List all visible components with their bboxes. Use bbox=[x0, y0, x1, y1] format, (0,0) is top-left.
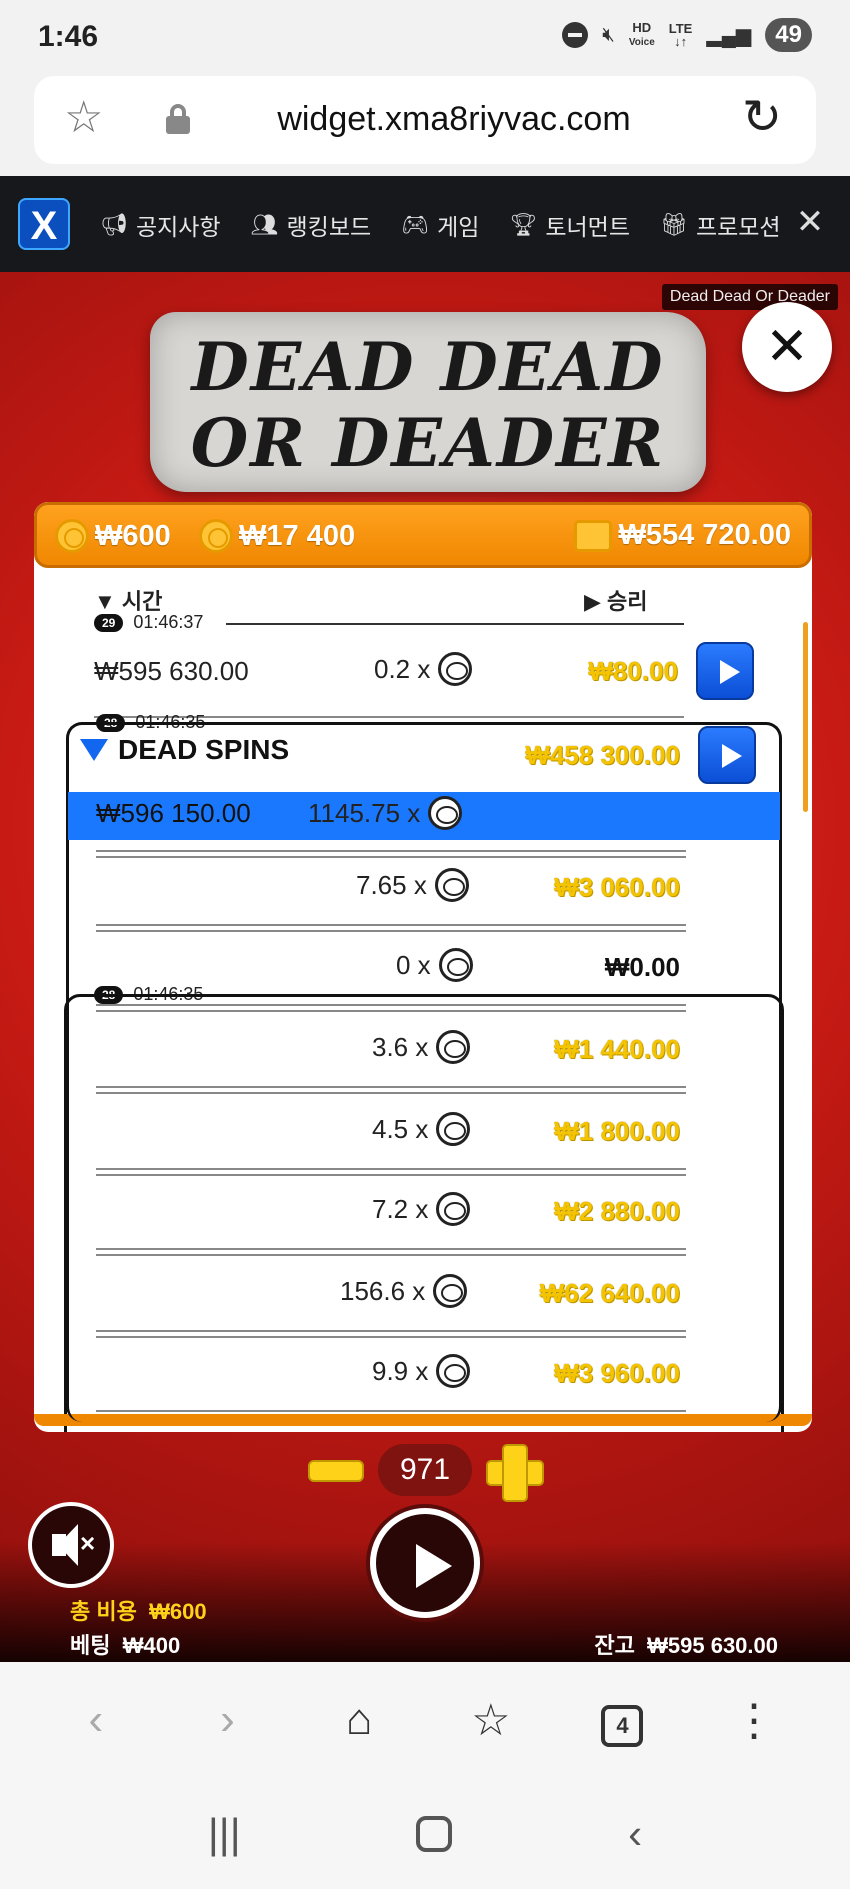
status-time: 1:46 bbox=[38, 20, 99, 53]
spin-win: ₩62 640.00 bbox=[539, 1278, 680, 1308]
spin-multiplier: 7.65 x bbox=[356, 868, 469, 902]
system-back-icon[interactable]: ‹ bbox=[628, 1810, 642, 1858]
signal-icon: ▂▄▆ bbox=[706, 24, 752, 47]
nav-item-notice[interactable]: 📢︎ 공지사항 bbox=[100, 208, 221, 242]
game-logo-line1: DEAD DEAD bbox=[191, 328, 665, 406]
replay-button[interactable] bbox=[698, 726, 756, 784]
nav-item-promotion[interactable]: 🎁︎ 프로모션 bbox=[660, 208, 781, 242]
cost1: ₩600 bbox=[55, 519, 171, 553]
hd-voice-icon: HD Voice bbox=[628, 20, 655, 48]
spin-win: ₩2 880.00 bbox=[554, 1196, 680, 1226]
mute-status-icon: 🔇︎ bbox=[602, 23, 615, 46]
more-menu-icon[interactable]: ⋮ bbox=[714, 1695, 794, 1746]
nav-item-tournament[interactable]: 🏆︎ 토너먼트 bbox=[509, 208, 630, 242]
chip-icon bbox=[438, 948, 473, 982]
bet-amount: 베팅 ₩400 bbox=[70, 1633, 181, 1658]
game-close-button[interactable]: ✕ bbox=[742, 302, 832, 392]
round-meta: 29 01:46:37 bbox=[94, 612, 203, 633]
replay-button[interactable] bbox=[696, 642, 754, 700]
users-icon: 👥︎ bbox=[250, 212, 279, 237]
spin-balance: ₩596 150.00 bbox=[96, 798, 251, 828]
round-win: ₩80.00 bbox=[588, 656, 678, 686]
spin-win: ₩1 440.00 bbox=[554, 1034, 680, 1064]
chip-icon bbox=[436, 1192, 471, 1226]
dead-spins-title[interactable]: DEAD SPINS bbox=[80, 734, 289, 766]
spin-win: ₩1 800.00 bbox=[554, 1116, 680, 1146]
header-balance: ₩554 720.00 bbox=[574, 519, 791, 552]
spin-multiplier: 1145.75 x bbox=[308, 796, 463, 830]
nav-items: 📢︎ 공지사항 👥︎ 랭킹보드 🎮︎ 게임 🏆︎ 토너먼트 🎁︎ 프로모션 bbox=[100, 208, 781, 242]
lte-icon: LTE ↓↑ bbox=[668, 21, 693, 49]
bet-plus-button[interactable] bbox=[486, 1444, 544, 1502]
spin-multiplier: 0 x bbox=[396, 948, 473, 982]
home-icon[interactable]: ⌂ bbox=[319, 1695, 399, 1745]
dead-spins-win: ₩458 300.00 bbox=[525, 740, 680, 770]
dnd-icon bbox=[562, 22, 589, 48]
site-nav: X 📢︎ 공지사항 👥︎ 랭킹보드 🎮︎ 게임 🏆︎ 토너먼트 🎁︎ 프로모션 ✕ bbox=[0, 176, 850, 272]
spin-multiplier: 156.6 x bbox=[340, 1274, 468, 1308]
trophy-icon: 🏆︎ bbox=[509, 212, 538, 237]
coin-icon bbox=[199, 519, 233, 553]
chip-icon bbox=[436, 1030, 471, 1064]
site-logo[interactable]: X bbox=[18, 198, 70, 250]
bookmarks-star-icon[interactable]: ☆ bbox=[451, 1695, 531, 1746]
game-logo: DEAD DEAD OR DEADER bbox=[150, 312, 706, 492]
chip-icon bbox=[428, 796, 463, 830]
sound-mute-button[interactable]: × bbox=[28, 1502, 114, 1588]
browser-toolbar: ‹ › ⌂ ☆ 4 ⋮ bbox=[0, 1662, 850, 1778]
spin-win: ₩0.00 bbox=[604, 952, 680, 982]
game-title-tag: Dead Dead Or Deader bbox=[661, 284, 838, 310]
history-header: ₩600 ₩17 400 ₩554 720.00 bbox=[34, 502, 812, 568]
chip-icon bbox=[434, 868, 469, 902]
col-win[interactable]: ▶ 승리 bbox=[584, 584, 648, 616]
spin-multiplier: 3.6 x bbox=[372, 1030, 471, 1064]
status-bar: 1:46 🔇︎ HD Voice LTE ↓↑ ▂▄▆ 49 bbox=[0, 0, 850, 72]
speaker-icon bbox=[52, 1524, 78, 1566]
battery-indicator: 49 bbox=[765, 18, 812, 52]
bookmark-star-icon[interactable]: ☆ bbox=[64, 96, 103, 140]
chip-icon bbox=[436, 1112, 471, 1146]
round-multiplier: 0.2 x bbox=[374, 652, 473, 686]
round-balance: ₩595 630.00 bbox=[94, 656, 249, 686]
back-arrow-icon[interactable]: ‹ bbox=[56, 1695, 136, 1745]
scrollbar[interactable] bbox=[803, 622, 808, 812]
gamepad-icon: 🎮︎ bbox=[401, 212, 430, 237]
url-text[interactable]: widget.xma8riyvac.com bbox=[234, 100, 674, 139]
cost2: ₩17 400 bbox=[199, 519, 355, 553]
chip-icon bbox=[438, 652, 473, 686]
coin-icon bbox=[55, 519, 89, 553]
status-icons: 🔇︎ HD Voice LTE ↓↑ ▂▄▆ 49 bbox=[562, 18, 812, 52]
spin-play-button[interactable] bbox=[370, 1508, 480, 1618]
round-time: 01:46:37 bbox=[133, 612, 204, 632]
nav-item-ranking[interactable]: 👥︎ 랭킹보드 bbox=[251, 208, 372, 242]
home-button-icon[interactable] bbox=[416, 1815, 453, 1852]
megaphone-icon: 📢︎ bbox=[100, 212, 128, 237]
spin-win: ₩3 060.00 bbox=[554, 872, 680, 902]
spin-multiplier: 4.5 x bbox=[372, 1112, 471, 1146]
reload-icon[interactable]: ↻ bbox=[742, 94, 782, 142]
total-cost: 총 비용 ₩600 bbox=[70, 1599, 207, 1624]
bet-minus-button[interactable] bbox=[308, 1460, 364, 1482]
tabs-button[interactable]: 4 bbox=[582, 1694, 662, 1747]
game-logo-line2: OR DEADER bbox=[190, 404, 666, 482]
game-balance: 잔고 ₩595 630.00 bbox=[594, 1633, 778, 1658]
tabs-icon: 4 bbox=[601, 1704, 644, 1747]
spin-multiplier: 9.9 x bbox=[372, 1354, 471, 1388]
bet-count: 971 bbox=[378, 1444, 472, 1496]
nav-item-games[interactable]: 🎮︎ 게임 bbox=[401, 208, 479, 242]
round-id: 29 bbox=[94, 613, 124, 632]
chip-icon bbox=[433, 1274, 468, 1308]
chip-icon bbox=[436, 1354, 471, 1388]
spin-win: ₩3 960.00 bbox=[554, 1358, 680, 1388]
system-nav-bar: ||| ‹ bbox=[0, 1778, 850, 1889]
wallet-icon bbox=[574, 519, 613, 552]
nav-close-icon[interactable]: ✕ bbox=[790, 198, 830, 246]
recent-apps-icon[interactable]: ||| bbox=[208, 1810, 241, 1858]
gift-icon: 🎁︎ bbox=[660, 212, 688, 237]
forward-arrow-icon[interactable]: › bbox=[187, 1695, 267, 1745]
spin-multiplier: 7.2 x bbox=[372, 1192, 471, 1226]
lock-icon[interactable] bbox=[166, 104, 190, 134]
triangle-down-icon bbox=[80, 739, 108, 761]
url-bar[interactable]: ☆ widget.xma8riyvac.com ↻ bbox=[34, 76, 816, 164]
